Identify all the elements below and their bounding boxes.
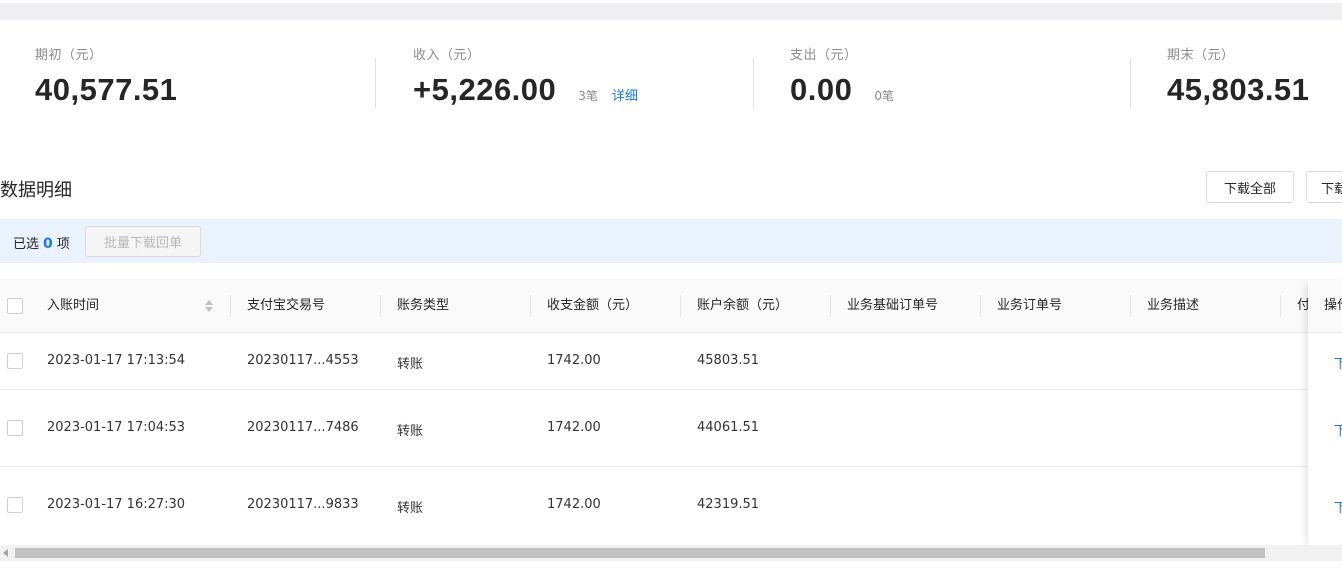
col-header-action: 操作	[1324, 298, 1342, 313]
table-row: 2023-01-17 17:13:54 20230117...4553 转账 1…	[0, 333, 1342, 390]
cell-amount: 1742.00	[547, 420, 601, 435]
stat-expense-label: 支出（元）	[790, 48, 858, 63]
cell-type: 转账	[397, 501, 424, 516]
row-checkbox[interactable]	[7, 353, 23, 369]
stat-divider	[1130, 58, 1131, 108]
column-separator	[1130, 295, 1131, 317]
cell-amount: 1742.00	[547, 353, 601, 368]
col-header-base-order-no: 业务基础订单号	[847, 298, 939, 313]
sort-icon[interactable]	[204, 298, 214, 314]
column-separator	[980, 295, 981, 317]
stat-closing-label: 期末（元）	[1167, 48, 1235, 63]
row-checkbox[interactable]	[7, 420, 23, 436]
select-all-checkbox[interactable]	[7, 298, 23, 314]
col-header-time[interactable]: 入账时间	[47, 279, 99, 333]
column-separator	[830, 295, 831, 317]
fixed-action-column: 操作 下 下 下	[1308, 279, 1342, 549]
row-download-link[interactable]: 下	[1334, 353, 1342, 372]
cell-time: 2023-01-17 16:27:30	[47, 497, 186, 512]
section-title: 数据明细	[0, 180, 72, 201]
cell-trade-no: 20230117...4553	[247, 353, 359, 368]
horizontal-scrollbar[interactable]	[0, 545, 1342, 561]
column-separator	[380, 295, 381, 317]
stat-opening: 期初（元） 40,577.51	[35, 44, 177, 114]
fixed-action-header: 操作	[1308, 279, 1342, 333]
stat-income-value: +5,226.00	[413, 72, 557, 107]
stat-income: 收入（元） +5,226.00 3笔 详细	[413, 44, 638, 114]
col-header-description: 业务描述	[1147, 298, 1200, 313]
stat-opening-label: 期初（元）	[35, 48, 103, 63]
stat-expense: 支出（元） 0.00 0笔	[790, 44, 894, 114]
cell-time: 2023-01-17 17:13:54	[47, 353, 186, 368]
stat-divider	[375, 58, 376, 108]
selection-bar: 已选 0 项 批量下载回单	[0, 219, 1342, 263]
cell-balance: 44061.51	[697, 420, 760, 435]
selection-status: 已选 0 项	[13, 233, 70, 252]
top-strip	[0, 0, 1342, 20]
column-separator	[680, 295, 681, 317]
stat-divider	[753, 58, 754, 108]
col-header-balance: 账户余额（元）	[697, 298, 789, 313]
col-header-amount: 收支金额（元）	[547, 298, 639, 313]
selection-prefix: 已选	[13, 237, 40, 252]
cell-trade-no: 20230117...7486	[247, 420, 359, 435]
table-row: 2023-01-17 16:27:30 20230117...9833 转账 1…	[0, 467, 1342, 549]
stat-income-label: 收入（元）	[413, 48, 481, 63]
col-header-trade-no: 支付宝交易号	[247, 298, 326, 313]
download-all-button[interactable]: 下载全部	[1206, 171, 1294, 203]
table-row: 2023-01-17 17:04:53 20230117...7486 转账 1…	[0, 390, 1342, 467]
cell-trade-no: 20230117...9833	[247, 497, 359, 512]
table-header: 入账时间 支付宝交易号 账务类型 收支金额（元） 账户余额（元） 业务基础订单号…	[0, 279, 1342, 333]
batch-download-receipts-button[interactable]: 批量下载回单	[85, 226, 201, 257]
column-separator	[530, 295, 531, 317]
cell-balance: 42319.51	[697, 497, 760, 512]
summary-panel: 期初（元） 40,577.51 收入（元） +5,226.00 3笔 详细 支出…	[0, 20, 1342, 140]
stat-closing: 期末（元） 45,803.51	[1167, 44, 1309, 114]
row-checkbox[interactable]	[7, 497, 23, 513]
stat-expense-count: 0笔	[874, 89, 894, 103]
cell-type: 转账	[397, 424, 424, 439]
col-header-order-no: 业务订单号	[997, 298, 1063, 313]
stat-closing-value: 45,803.51	[1167, 72, 1310, 107]
column-separator	[230, 295, 231, 317]
row-download-link[interactable]: 下	[1334, 497, 1342, 516]
data-table: 入账时间 支付宝交易号 账务类型 收支金额（元） 账户余额（元） 业务基础订单号…	[0, 279, 1342, 549]
selection-count: 0	[43, 236, 53, 252]
scrollbar-thumb[interactable]	[15, 548, 1265, 558]
stat-expense-value: 0.00	[790, 72, 853, 107]
arrow-left-icon[interactable]	[3, 549, 8, 557]
cell-amount: 1742.00	[547, 497, 601, 512]
cell-type: 转账	[397, 357, 424, 372]
cell-time: 2023-01-17 17:04:53	[47, 420, 186, 435]
stat-opening-value: 40,577.51	[35, 72, 178, 107]
col-header-type: 账务类型	[397, 298, 450, 313]
selection-suffix: 项	[56, 237, 70, 252]
stat-income-count: 3笔	[578, 89, 598, 103]
income-detail-link[interactable]: 详细	[612, 85, 638, 104]
column-separator	[1280, 295, 1281, 317]
cell-balance: 45803.51	[697, 353, 760, 368]
download-button[interactable]: 下载	[1306, 171, 1342, 203]
row-download-link[interactable]: 下	[1334, 420, 1342, 439]
